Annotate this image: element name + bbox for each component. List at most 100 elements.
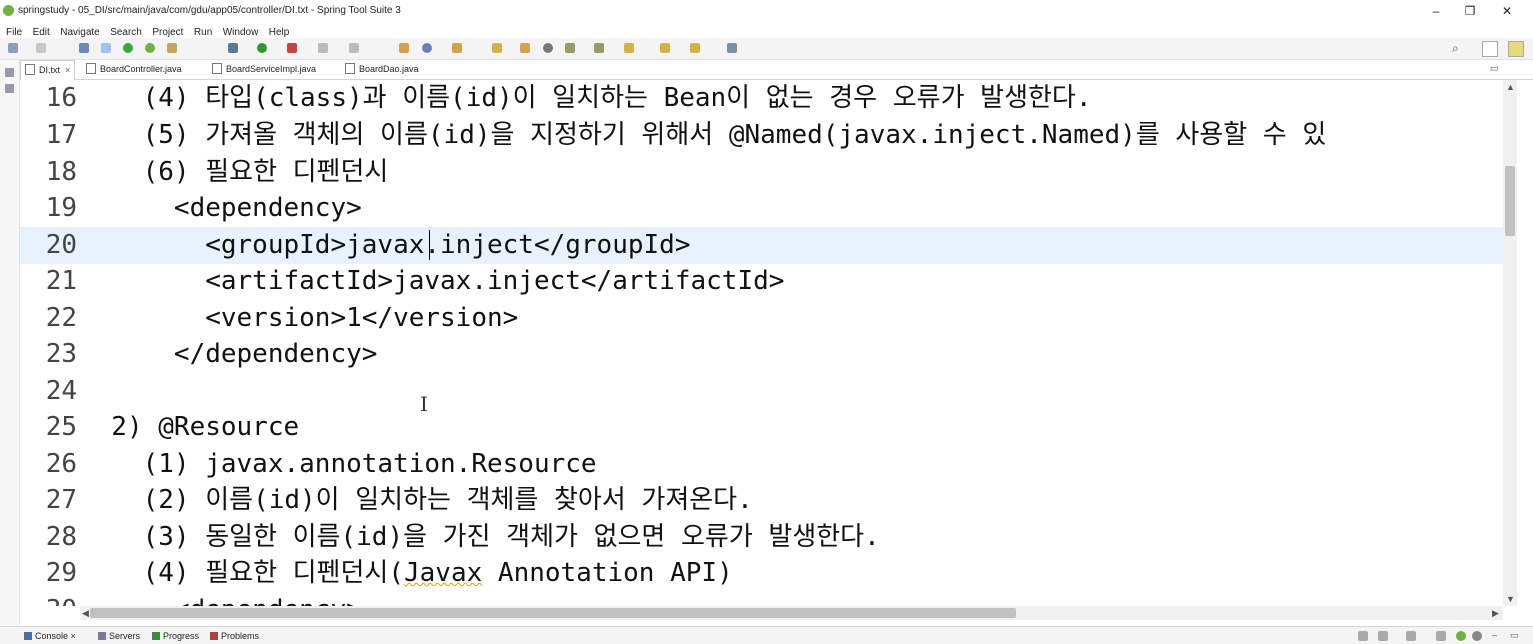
menu-file[interactable]: File <box>6 27 22 38</box>
scroll-up-icon[interactable]: ▲ <box>1506 82 1515 92</box>
menu-run[interactable]: Run <box>194 27 212 38</box>
tab-servers[interactable]: Servers <box>98 627 140 644</box>
pin-editor-icon[interactable] <box>727 43 737 53</box>
debug-icon[interactable] <box>228 43 238 53</box>
code-line: 28 (3) 동일한 이름(id)을 가진 객체가 없으면 오류가 발생한다. <box>20 519 1503 556</box>
back-icon[interactable] <box>660 43 670 53</box>
new-java-project-icon[interactable] <box>399 43 409 53</box>
scroll-right-icon[interactable]: ▶ <box>1492 608 1499 619</box>
menu-project[interactable]: Project <box>152 27 183 38</box>
save-icon[interactable] <box>36 43 46 53</box>
spring-icon[interactable] <box>145 43 155 53</box>
spring-console-icon[interactable] <box>1456 631 1466 641</box>
editor-tab-bar: DI.txt × BoardController.java BoardServic… <box>20 60 1533 80</box>
tab-label: Problems <box>221 631 260 641</box>
tab-label: Console <box>35 631 69 641</box>
line-text: <artifactId>javax.inject</artifactId> <box>80 266 785 296</box>
new-icon[interactable] <box>8 43 18 53</box>
menu-edit[interactable]: Edit <box>33 27 50 38</box>
tab-board-service-impl[interactable]: BoardServiceImpl.java <box>212 60 316 79</box>
toggle-mark-icon[interactable] <box>101 43 111 53</box>
scroll-down-icon[interactable]: ▼ <box>1506 594 1515 604</box>
line-number: 29 <box>45 558 77 588</box>
servers-icon <box>98 632 106 640</box>
forward-icon[interactable] <box>690 43 700 53</box>
search-icon[interactable]: ⌕ <box>1452 41 1459 56</box>
line-number: 22 <box>45 303 77 333</box>
bottom-panel-bar: Console × Servers Progress Problems – ▭ <box>0 626 1533 644</box>
close-tab-icon[interactable]: × <box>65 65 70 75</box>
open-task-icon[interactable] <box>520 43 530 53</box>
previous-annotation-icon[interactable] <box>594 43 604 53</box>
restore-icon[interactable] <box>5 68 14 77</box>
tab-label: BoardController.java <box>100 64 182 74</box>
code-line: 26 (1) javax.annotation.Resource <box>20 446 1503 483</box>
line-text-segment: (4) 필요한 디펜던시( <box>80 558 404 588</box>
terminal-icon[interactable] <box>79 43 89 53</box>
tab-progress[interactable]: Progress <box>152 627 199 644</box>
minimize-button[interactable]: – <box>1422 3 1450 19</box>
open-type-icon[interactable] <box>167 43 177 53</box>
globe-icon[interactable] <box>543 43 553 53</box>
tab-console[interactable]: Console × <box>24 627 76 644</box>
spring-perspective-icon[interactable] <box>1508 41 1524 57</box>
pencil-icon[interactable] <box>492 43 502 53</box>
minimize-editor-icon[interactable]: ▭ <box>1490 63 1499 74</box>
line-number: 21 <box>45 266 77 296</box>
menu-help[interactable]: Help <box>269 27 290 38</box>
next-annotation-icon[interactable] <box>565 43 575 53</box>
minimize-panel-icon[interactable]: – <box>1492 630 1497 640</box>
last-edit-icon[interactable] <box>624 43 634 53</box>
line-number: 30 <box>20 592 77 606</box>
boot-dashboard-icon[interactable] <box>123 43 133 53</box>
ide-window: springstudy - 05_DI/src/main/java/com/gd… <box>0 0 1533 644</box>
tab-label: Progress <box>163 631 200 641</box>
menu-window[interactable]: Window <box>223 27 259 38</box>
open-perspective-icon[interactable] <box>1482 41 1498 57</box>
run-icon[interactable] <box>257 43 267 53</box>
vertical-scrollbar[interactable] <box>1503 80 1517 606</box>
package-explorer-icon[interactable] <box>5 84 14 93</box>
code-line: 30 <dependency> <box>20 592 1503 606</box>
scroll-left-icon[interactable]: ◀ <box>82 608 89 619</box>
tab-label: Servers <box>109 631 141 641</box>
maximize-panel-icon[interactable]: ▭ <box>1510 630 1519 641</box>
left-trim-bar <box>0 60 20 625</box>
new-console-icon[interactable] <box>1406 631 1416 641</box>
tab-board-dao[interactable]: BoardDao.java <box>345 60 419 79</box>
maximize-button[interactable]: ❐ <box>1456 3 1484 19</box>
java-file-icon <box>345 63 355 74</box>
vertical-scroll-thumb[interactable] <box>1505 166 1515 236</box>
text-editor[interactable]: 16 (4) 타입(class)과 이름(id)이 일치하는 Bean이 없는 … <box>20 80 1503 606</box>
line-text: (6) 필요한 디펜던시 <box>80 157 389 187</box>
tab-problems[interactable]: Problems <box>210 627 259 644</box>
tab-label: BoardServiceImpl.java <box>226 64 317 74</box>
close-tab-icon[interactable]: × <box>71 631 76 641</box>
line-text: (4) 필요한 디펜던시(Javax Annotation API) <box>80 555 733 592</box>
horizontal-scroll-thumb[interactable] <box>90 608 1016 618</box>
tab-board-controller[interactable]: BoardController.java <box>86 60 182 79</box>
open-console-icon[interactable] <box>1358 631 1368 641</box>
gear-icon[interactable] <box>1472 631 1482 641</box>
pin-console-icon[interactable] <box>1436 631 1446 641</box>
profile-icon[interactable] <box>349 43 359 53</box>
line-text: (5) 가져올 객체의 이름(id)을 지정하기 위해서 @Named(java… <box>80 120 1327 150</box>
new-class-icon[interactable] <box>422 43 432 53</box>
code-line: 29 (4) 필요한 디펜던시(Javax Annotation API) <box>20 555 1503 592</box>
spelling-warning-word: Javax <box>403 558 483 588</box>
code-line: 22 <version>1</version> <box>20 300 1503 337</box>
coverage-icon[interactable] <box>318 43 328 53</box>
line-text: <dependency> <box>80 592 362 606</box>
menu-navigate[interactable]: Navigate <box>60 27 99 38</box>
line-number: 18 <box>45 157 77 187</box>
line-number: 26 <box>45 449 77 479</box>
tab-di-txt[interactable]: DI.txt × <box>20 60 76 80</box>
line-text: (3) 동일한 이름(id)을 가진 객체가 없으면 오류가 발생한다. <box>80 522 880 552</box>
line-number: 19 <box>45 193 77 223</box>
line-text: <dependency> <box>80 193 362 223</box>
close-window-button[interactable]: ✕ <box>1493 3 1521 19</box>
open-folder-icon[interactable] <box>452 43 462 53</box>
menu-search[interactable]: Search <box>110 27 142 38</box>
display-console-icon[interactable] <box>1378 631 1388 641</box>
external-tools-icon[interactable] <box>287 43 297 53</box>
